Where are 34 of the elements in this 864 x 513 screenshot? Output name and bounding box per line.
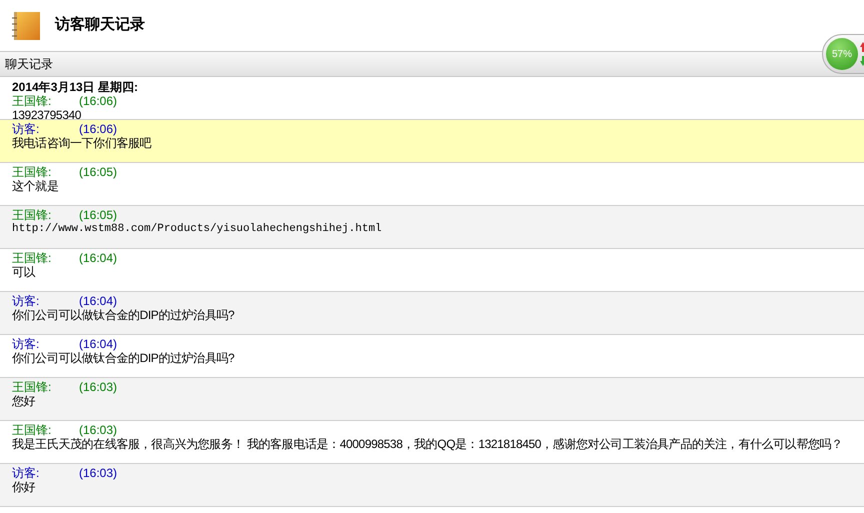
sender-name: 王国锋:	[12, 380, 52, 394]
page-title: 访客聊天记录	[55, 15, 145, 36]
sender-name: 王国锋:	[12, 165, 52, 179]
sender-name: 访客:	[12, 122, 40, 136]
message-text: 你们公司可以做钛合金的DIP的过炉治具吗?	[12, 308, 234, 322]
speed-reading: 57%	[826, 38, 858, 70]
message-time: (16:05)	[79, 165, 118, 179]
message-text: 我电话咨询一下你们客服吧	[12, 136, 152, 150]
message-text: 可以	[12, 265, 36, 279]
message-time: (16:03)	[79, 466, 118, 480]
message-text: 13923795340	[12, 108, 82, 122]
message-text: 我是王氏天茂的在线客服，很高兴为您服务！ 我的客服电话是：4000998538，我的QQ是：1321818450，感谢您对公司工装治具产品的关注，有什么可以帮您吗？	[12, 437, 843, 451]
sender-name: 王国锋:	[12, 208, 52, 222]
message-text: 你好	[12, 480, 36, 494]
message-time: (16:04)	[79, 294, 118, 308]
message-text: http://www.wstm88.com/Products/yisuolahechengshihej.html	[12, 222, 382, 236]
sender-name: 访客:	[12, 294, 40, 308]
message-time: (16:04)	[79, 337, 118, 351]
message-time: (16:03)	[79, 423, 118, 437]
sender-name: 访客:	[12, 337, 40, 351]
message-time: (16:05)	[79, 208, 118, 222]
message-time: (16:06)	[79, 94, 118, 108]
sender-name: 访客:	[12, 466, 40, 480]
notebook-icon	[11, 12, 41, 40]
sender-name: 王国锋:	[12, 94, 52, 108]
sender-name: 王国锋:	[12, 423, 52, 437]
message-time: (16:06)	[79, 122, 118, 136]
chat-date: 2014年3月13日 星期四:	[12, 79, 140, 94]
message-time: (16:03)	[79, 380, 118, 394]
message-text: 你们公司可以做钛合金的DIP的过炉治具吗?	[12, 351, 234, 365]
message-text: 这个就是	[12, 179, 58, 193]
message-time: (16:04)	[79, 251, 118, 265]
sender-name: 王国锋:	[12, 251, 52, 265]
message-text: 您好	[12, 394, 36, 408]
